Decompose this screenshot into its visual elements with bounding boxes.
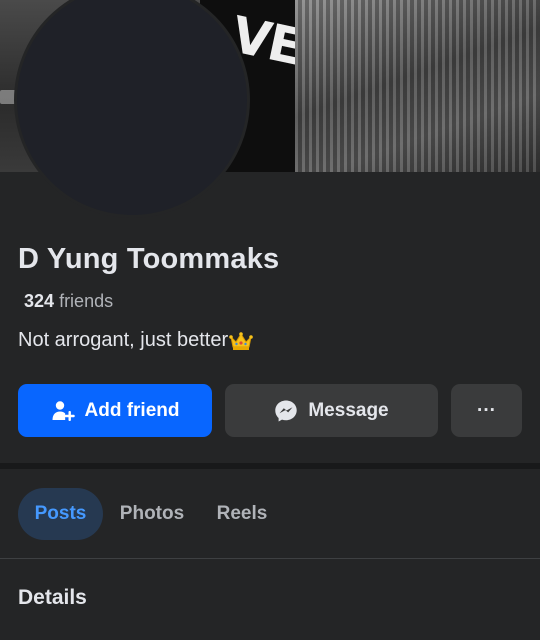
tab-posts[interactable]: Posts bbox=[18, 488, 103, 540]
crown-icon bbox=[229, 331, 253, 351]
add-friend-label: Add friend bbox=[84, 399, 180, 421]
message-button[interactable]: Message bbox=[225, 384, 438, 437]
add-person-icon bbox=[51, 399, 75, 423]
profile-avatar[interactable] bbox=[14, 0, 250, 218]
tab-posts-label: Posts bbox=[34, 503, 87, 524]
tab-reels[interactable]: Reels bbox=[205, 488, 279, 540]
tab-reels-label: Reels bbox=[216, 503, 268, 524]
profile-bio: Not arrogant, just better bbox=[18, 329, 253, 352]
tab-photos-label: Photos bbox=[119, 503, 185, 524]
friends-count-line[interactable]: 324 friends bbox=[24, 291, 113, 312]
tabs-divider bbox=[0, 558, 540, 559]
messenger-icon bbox=[274, 399, 298, 423]
friends-label: friends bbox=[59, 291, 114, 311]
add-friend-button[interactable]: Add friend bbox=[18, 384, 212, 437]
message-label: Message bbox=[308, 399, 389, 421]
section-divider bbox=[0, 463, 540, 469]
more-options-icon: ··· bbox=[477, 399, 496, 421]
tab-photos[interactable]: Photos bbox=[110, 488, 194, 540]
bio-text: Not arrogant, just better bbox=[18, 329, 229, 351]
friends-count: 324 bbox=[24, 291, 55, 311]
cover-photo-right-region bbox=[295, 0, 540, 172]
profile-name: D Yung Toommaks bbox=[18, 243, 280, 275]
details-heading: Details bbox=[18, 586, 87, 609]
more-options-button[interactable]: ··· bbox=[451, 384, 522, 437]
